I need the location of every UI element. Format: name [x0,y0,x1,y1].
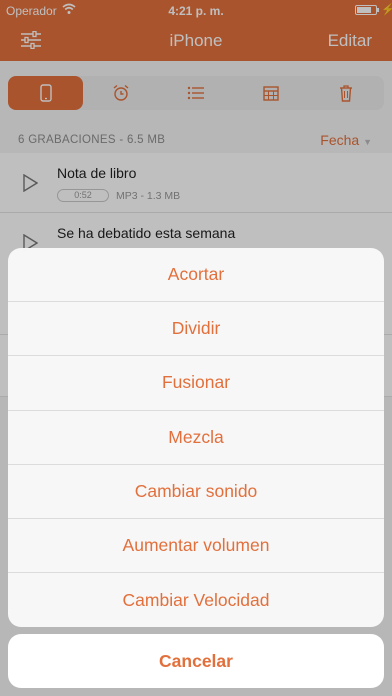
action-merge[interactable]: Fusionar [8,356,384,411]
cancel-button[interactable]: Cancelar [8,634,384,688]
action-split[interactable]: Dividir [8,302,384,357]
action-trim[interactable]: Acortar [8,248,384,303]
action-sheet: Acortar Dividir Fusionar Mezcla Cambiar … [8,248,384,628]
action-change-sound[interactable]: Cambiar sonido [8,465,384,519]
action-increase-volume[interactable]: Aumentar volumen [8,519,384,574]
action-change-speed[interactable]: Cambiar Velocidad [8,573,384,627]
action-mix[interactable]: Mezcla [8,411,384,465]
